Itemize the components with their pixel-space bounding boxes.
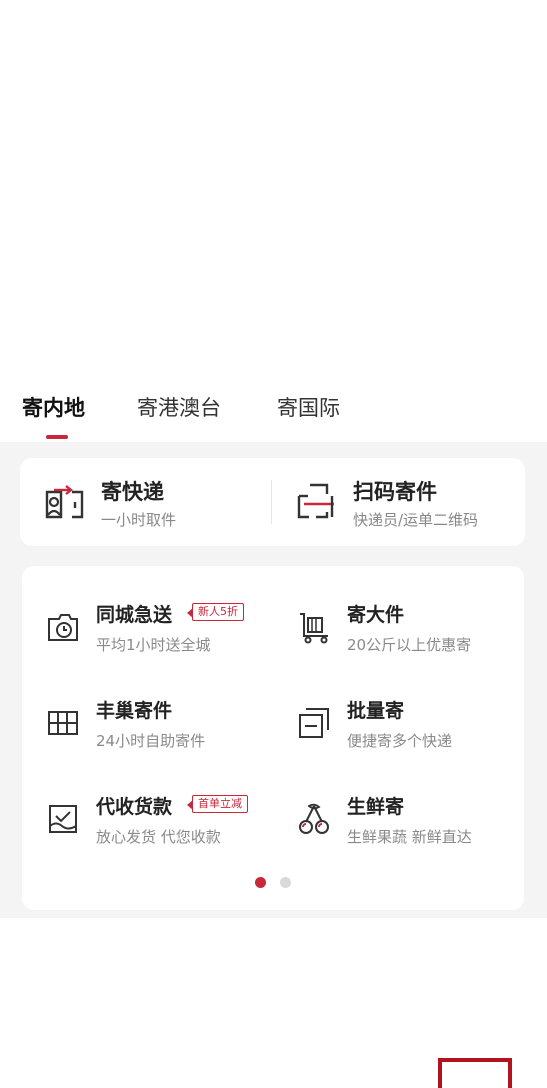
parcel-locker-icon [45,485,84,519]
service-subtitle: 便捷寄多个快递 [347,732,453,750]
scan-to-send-title: 扫码寄件 [353,480,437,504]
highlight-frame [438,1058,512,1088]
service-batch-send[interactable]: 批量寄 便捷寄多个快递 [273,694,503,764]
service-title: 同城急送 [96,604,173,626]
scan-to-send-button[interactable]: 扫码寄件 快递员/运单二维码 [272,458,525,546]
service-subtitle: 放心发货 代您收款 [96,828,221,846]
page-dot-active[interactable] [255,877,266,888]
locker-grid-icon [48,711,78,735]
services-card: 同城急送 新人5折 平均1小时送全城 寄大件 20公斤以上优惠寄 丰巢寄件 24… [22,566,524,910]
promo-badge: 首单立减 [187,795,248,813]
service-title: 生鲜寄 [347,796,405,818]
page-dot[interactable] [280,877,291,888]
scan-to-send-subtitle: 快递员/运单二维码 [353,511,479,529]
service-title: 代收货款 [96,796,173,818]
primary-actions-card: 寄快递 一小时取件 扫码寄件 快递员/运单二维码 [20,458,525,546]
cart-icon [300,613,328,644]
service-cash-on-delivery[interactable]: 代收货款 首单立减 放心发货 代您收款 [22,790,252,860]
tab-hk-macau-taiwan[interactable]: 寄港澳台 [137,392,221,422]
service-subtitle: 平均1小时送全城 [96,636,211,654]
service-same-city-express[interactable]: 同城急送 新人5折 平均1小时送全城 [22,598,252,668]
active-tab-indicator [46,435,68,439]
service-hive-box[interactable]: 丰巢寄件 24小时自助寄件 [22,694,252,764]
tab-international[interactable]: 寄国际 [277,392,340,422]
cherry-icon [299,803,329,834]
service-subtitle: 20公斤以上优惠寄 [347,636,472,654]
stack-icon [299,708,329,738]
region-tabs: 寄内地 寄港澳台 寄国际 [0,380,547,442]
service-subtitle: 生鲜果蔬 新鲜直达 [347,828,472,846]
service-fresh-produce[interactable]: 生鲜寄 生鲜果蔬 新鲜直达 [273,790,503,860]
service-large-items[interactable]: 寄大件 20公斤以上优惠寄 [273,598,503,668]
clock-box-icon [48,614,78,641]
promo-badge: 新人5折 [187,603,244,621]
blank-header-area [0,0,547,380]
service-title: 丰巢寄件 [96,700,173,722]
scan-code-icon [297,483,334,519]
service-subtitle: 24小时自助寄件 [96,732,206,750]
service-title: 批量寄 [347,700,405,722]
payment-icon [49,805,77,833]
tab-mainland[interactable]: 寄内地 [22,392,85,422]
service-title: 寄大件 [347,604,405,626]
send-express-title: 寄快递 [101,480,164,504]
send-express-button[interactable]: 寄快递 一小时取件 [20,458,270,546]
send-express-subtitle: 一小时取件 [101,511,177,529]
